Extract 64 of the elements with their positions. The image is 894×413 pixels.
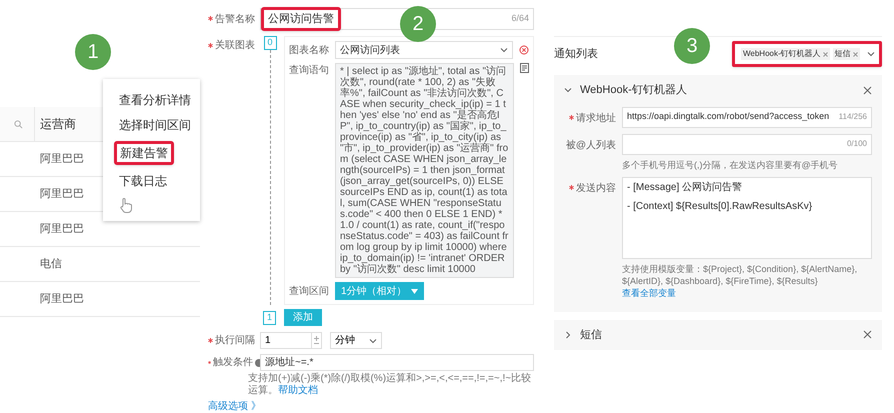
step-number: 3 — [674, 28, 710, 64]
caret-down-icon — [410, 288, 418, 294]
required-asterisk-icon — [569, 115, 574, 120]
menu-item[interactable]: 新建告警 — [114, 141, 174, 165]
chevron-down-icon[interactable] — [369, 336, 377, 344]
unit-select[interactable]: 分钟 — [330, 332, 382, 349]
tag[interactable]: 短信 — [832, 48, 860, 60]
field-value: 公网访问告警 — [261, 7, 341, 31]
field-label: 关联图表 — [208, 36, 260, 326]
field-label: 图表名称 — [289, 44, 329, 58]
message-textarea[interactable]: - [Message] 公网访问告警 - [Context] ${Results[0].RawResultsAsKv} — [622, 176, 872, 258]
table-cell-text: 电信 — [40, 256, 62, 272]
required-asterisk-icon — [208, 16, 213, 22]
step-number: 1 — [75, 34, 111, 70]
number-field[interactable]: 1 — [260, 332, 312, 349]
field-label: 触发条件 — [208, 355, 260, 370]
help-icon[interactable] — [255, 358, 260, 366]
field-label: 被@人列表 — [564, 138, 617, 152]
section-title[interactable]: WebHook-钉钉机器人 — [580, 82, 855, 98]
advanced-options-link[interactable]: 高级选项 》 — [208, 401, 261, 412]
field-label: 告警名称 — [208, 12, 260, 26]
query-text[interactable]: * | select ip as "源地址", total as "访问次数", round(rate * 100, 2) as "失败率%", failCount as "非法访问次数", CASE when security_check_ip(ip) = 1 then 'yes' else 'no' end as "是否高危IP", ip_to_country(ip) as "国家", ip_to_province(ip) as "省", ip_to_city(ip) as "市", ip_to_provider(ip) as "运营商" from (select CASE WHEN json_array_length(sourceIPs) = 1 then json_format(json_array_get(sourceIPs, 0)) ELSE sourceIPs END as ip, count(1) as total, sum(CASE WHEN "responseStatus.code" < 400 then 0 ELSE 1 END) * 1.0 / count(1) as rate, count_if("responseStatus.code" = 403) as failCount from log group by ip limit 10000) where ip_to_domain(ip) != 'intranet' ORDER by "访问次数" desc limit 10000 — [335, 63, 514, 278]
notify-select[interactable]: WebHook-钉钉机器人 短信 — [732, 41, 882, 67]
edit-icon[interactable] — [520, 63, 529, 73]
variables-link[interactable]: 查看全部变量 — [622, 288, 676, 298]
column-header: 运营商 — [40, 116, 76, 133]
table-cell-text: 阿里巴巴 — [40, 292, 84, 307]
index-badge: 1 — [263, 310, 276, 324]
tag[interactable]: WebHook-钉钉机器人 — [741, 48, 830, 60]
chart-select[interactable]: 公网访问列表 — [335, 41, 513, 59]
char-counter: 6/64 — [511, 12, 529, 26]
required-asterisk-icon — [208, 338, 213, 343]
index-badge: 0 — [264, 36, 276, 50]
chevron-down-icon[interactable] — [867, 50, 875, 58]
required-asterisk-icon — [208, 42, 213, 48]
table-cell-text: 阿里巴巴 — [40, 222, 84, 237]
chevron-down-icon[interactable] — [564, 86, 572, 94]
required-asterisk-icon — [569, 185, 574, 190]
remove-icon[interactable] — [519, 45, 529, 55]
section-title[interactable]: 短信 — [580, 326, 855, 343]
help-link[interactable]: 帮助文档 — [278, 385, 318, 396]
menu-item[interactable]: 下载日志 — [119, 172, 167, 190]
field-label: 发送内容 — [564, 176, 622, 298]
close-icon[interactable] — [863, 330, 872, 340]
field-label: 执行间隔 — [208, 333, 260, 348]
chevron-right-icon[interactable] — [564, 330, 572, 339]
menu-item[interactable]: 选择时间区间 — [119, 116, 191, 134]
hint-text: 支持使用模版变量：${Project}, ${Condition}, ${AlertName}, ${AlertID}, ${Dashboard}, ${FireTime}, ${Results} 查看全部变量 — [622, 262, 858, 298]
help-text: 支持加(+)减(-)乘(*)除(/)取模(%)运算和>,>=,<,<=,==,!=,=~,!~比较运算。帮助文档 — [248, 373, 532, 396]
hint-text: 多个手机号用逗号(,)分隔，在发送内容里要有@手机号 — [622, 158, 839, 170]
table-cell-text: 阿里巴巴 — [40, 186, 84, 202]
table-cell-text: 阿里巴巴 — [40, 152, 84, 167]
close-icon[interactable] — [863, 86, 872, 95]
menu-item[interactable]: 查看分析详情 — [119, 91, 191, 109]
field-label: 查询区间 — [289, 284, 329, 298]
input-field[interactable]: https://oapi.dingtalk.com/robot/send?access_token 114/256 — [622, 106, 872, 128]
field-label: 请求地址 — [564, 106, 622, 128]
hand-cursor-icon — [119, 197, 133, 213]
chevron-down-icon[interactable] — [500, 46, 508, 54]
field-label: 通知列表 — [554, 46, 598, 62]
field-label: 查询语句 — [289, 64, 329, 78]
condition-field[interactable]: 源地址~=.* — [260, 354, 534, 371]
step-number: 2 — [400, 6, 436, 42]
required-asterisk-icon — [208, 360, 212, 365]
